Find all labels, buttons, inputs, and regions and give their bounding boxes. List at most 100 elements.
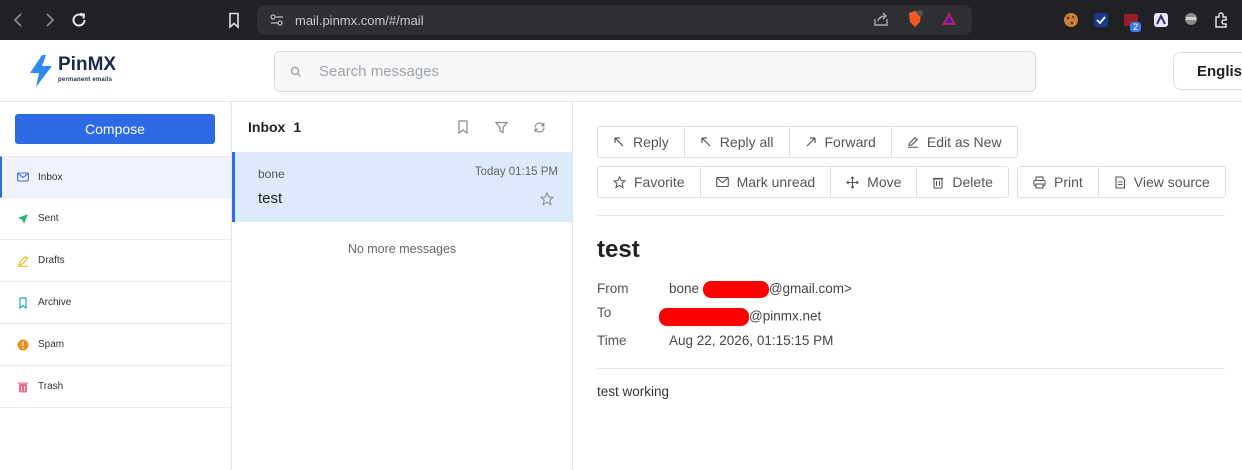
share-icon[interactable] — [872, 10, 890, 28]
profile-extension-icon[interactable] — [1181, 10, 1201, 30]
bookmark-filter-icon[interactable] — [456, 120, 470, 134]
list-item[interactable]: bone Today 01:15 PM test — [232, 152, 572, 222]
reading-pane: Reply Reply all Forward Edit as New Favo… — [573, 102, 1242, 470]
message-list: Inbox 1 bone Today 01:15 PM test No more … — [232, 102, 573, 470]
message-subject-heading: test — [597, 236, 640, 263]
star-icon — [613, 175, 626, 189]
site-settings-icon[interactable] — [269, 12, 285, 28]
from-label: From — [597, 281, 629, 296]
cookie-extension-icon[interactable] — [1061, 10, 1081, 30]
redaction-mark — [702, 281, 769, 298]
mail-icon — [715, 176, 729, 188]
list-tools — [456, 120, 546, 134]
mark-unread-button[interactable]: Mark unread — [699, 166, 832, 198]
message-actions: Favorite Mark unread Move Delete — [597, 166, 1009, 198]
url-text: mail.pinmx.com/#/mail — [295, 12, 424, 28]
printer-icon — [1033, 175, 1046, 189]
extension-badge: 2 — [1130, 22, 1142, 32]
list-title: Inbox — [248, 119, 286, 135]
browser-toolbar: mail.pinmx.com/#/mail 2 — [0, 0, 1242, 40]
sidebar-item-label: Trash — [38, 381, 64, 392]
lightning-bolt-icon — [30, 55, 52, 87]
time-row: Time Aug 22, 2026, 01:15:15 PM — [597, 333, 833, 348]
reload-icon — [72, 13, 86, 27]
logo-tagline: permanent emails — [58, 77, 113, 83]
refresh-icon[interactable] — [532, 120, 546, 134]
move-button[interactable]: Move — [830, 166, 918, 198]
trash-icon — [17, 381, 29, 393]
sidebar-item-inbox[interactable]: Inbox — [0, 156, 231, 198]
reload-button[interactable] — [64, 5, 94, 35]
forward-button[interactable] — [34, 5, 64, 35]
app-header: PinMX permanent emails English — [0, 40, 1242, 102]
list-footer: No more messages — [347, 242, 457, 256]
language-button[interactable]: English — [1173, 52, 1242, 90]
time-value: Aug 22, 2026, 01:15:15 PM — [669, 333, 834, 348]
redaction-mark — [659, 308, 749, 326]
list-header: Inbox 1 — [248, 119, 301, 135]
search-input[interactable] — [319, 63, 999, 80]
to-value: @pinmx.net — [659, 308, 821, 326]
sidebar-item-label: Drafts — [38, 255, 65, 266]
filter-icon[interactable] — [494, 120, 508, 134]
search-bar[interactable] — [274, 51, 1036, 92]
trash-icon — [933, 177, 944, 189]
time-label: Time — [597, 333, 627, 348]
brave-rewards-icon[interactable] — [940, 10, 958, 28]
forward-button[interactable]: Forward — [788, 126, 892, 158]
arrow-up-right-icon — [806, 137, 816, 147]
chevron-right-icon — [46, 13, 55, 27]
bookmark-icon — [229, 12, 239, 29]
favorite-button[interactable]: Favorite — [597, 166, 701, 198]
arrow-up-left-icon — [614, 137, 624, 147]
document-icon — [1115, 175, 1125, 189]
sidebar-item-trash[interactable]: Trash — [0, 366, 231, 408]
sidebar-item-archive[interactable]: Archive — [0, 282, 231, 324]
reply-actions: Reply Reply all Forward Edit as New — [597, 126, 1018, 158]
from-row: From bone @gmail.com> — [597, 281, 852, 298]
sidebar-item-label: Archive — [38, 297, 72, 308]
send-icon — [17, 213, 29, 225]
brave-shield-icon[interactable] — [906, 10, 924, 28]
delete-button[interactable]: Delete — [916, 166, 1009, 198]
checkmark-extension-icon[interactable] — [1091, 10, 1111, 30]
pinmx-logo[interactable]: PinMX permanent emails — [28, 54, 116, 88]
logo-name: PinMX — [58, 54, 117, 75]
star-icon[interactable] — [540, 192, 554, 206]
edit-as-new-button[interactable]: Edit as New — [890, 126, 1018, 158]
print-button[interactable]: Print — [1017, 166, 1099, 198]
sidebar-item-spam[interactable]: Spam — [0, 324, 231, 366]
arrow-up-left-icon — [701, 137, 711, 147]
bookmark-icon — [17, 296, 29, 309]
sidebar-item-label: Spam — [38, 339, 65, 350]
reply-button[interactable]: Reply — [597, 126, 685, 158]
export-actions: Print View source — [1017, 166, 1226, 198]
extensions-puzzle-icon[interactable] — [1211, 10, 1231, 30]
chevron-left-icon — [13, 13, 22, 27]
folder-menu: Inbox Sent Drafts Archive Spam Trash — [0, 156, 231, 408]
from-value: bone @gmail.com> — [669, 281, 852, 298]
sidebar-item-sent[interactable]: Sent — [0, 198, 231, 240]
message-body: test working — [597, 384, 670, 399]
message-subject: test — [258, 190, 283, 207]
sidebar-item-drafts[interactable]: Drafts — [0, 240, 231, 282]
address-bar[interactable]: mail.pinmx.com/#/mail — [257, 5, 972, 35]
compose-button[interactable]: Compose — [15, 114, 215, 144]
to-row: To @pinmx.net — [597, 305, 821, 326]
sidebar: Compose Inbox Sent Drafts Archive Spam T… — [0, 102, 232, 470]
pinmx-extension-icon[interactable] — [1151, 10, 1171, 30]
message-time: Today 01:15 PM — [474, 166, 558, 178]
search-icon — [290, 66, 301, 77]
sidebar-item-label: Sent — [38, 213, 59, 224]
message-count: 1 — [293, 119, 302, 135]
reply-all-button[interactable]: Reply all — [683, 126, 790, 158]
mail-icon — [17, 171, 29, 183]
divider — [597, 215, 1225, 216]
bookmark-page-button[interactable] — [219, 5, 249, 35]
message-from: bone — [258, 167, 285, 181]
sidebar-item-label: Inbox — [38, 171, 63, 183]
back-button[interactable] — [4, 5, 34, 35]
view-source-button[interactable]: View source — [1097, 166, 1226, 198]
pencil-icon — [17, 255, 29, 267]
move-arrows-icon — [846, 175, 859, 189]
